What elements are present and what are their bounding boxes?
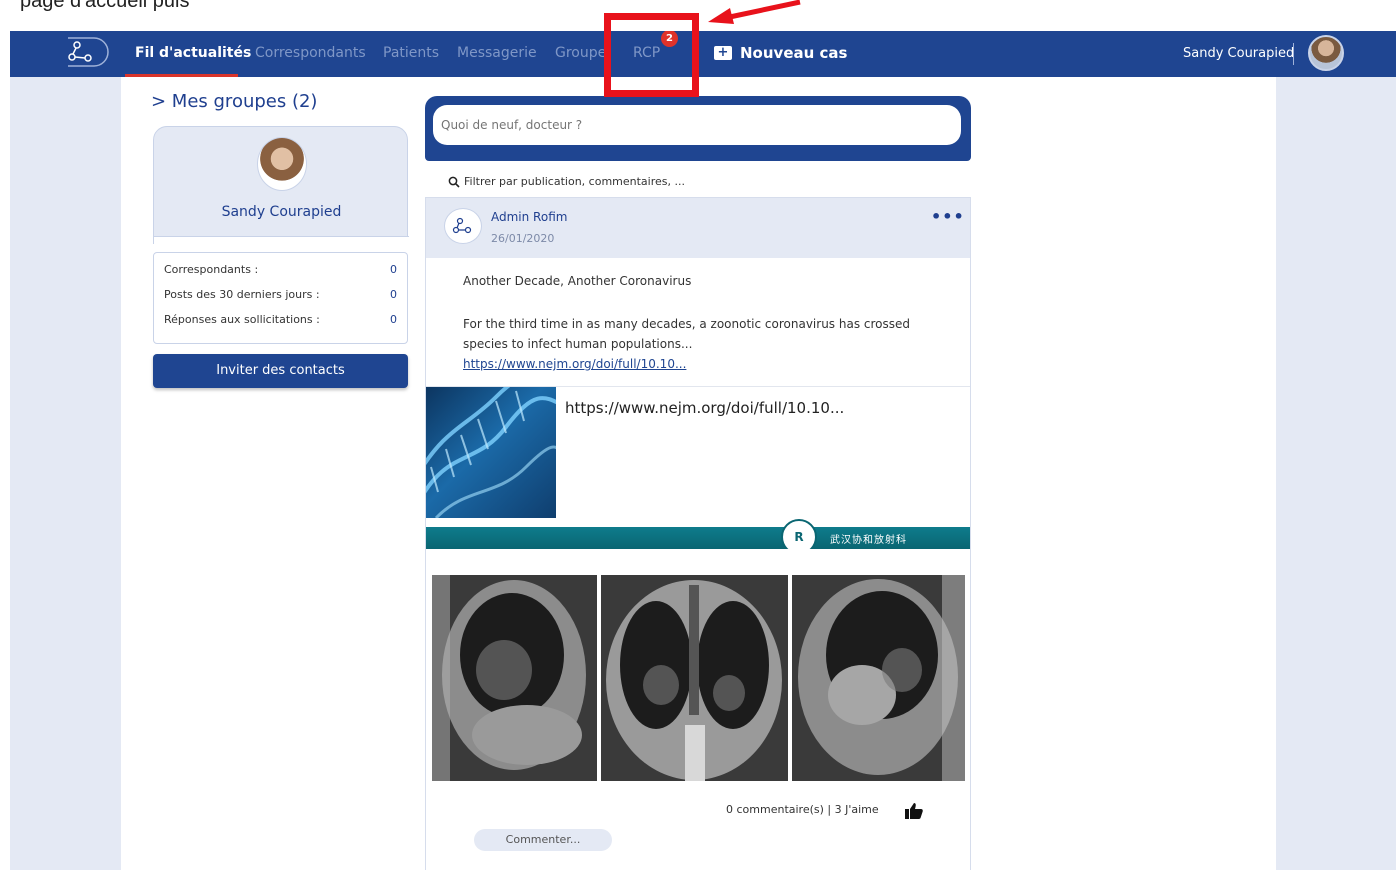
stat-label: Posts des 30 derniers jours : (164, 288, 320, 301)
nav-messagerie[interactable]: Messagerie (457, 45, 537, 61)
thumbs-up-icon[interactable] (904, 802, 924, 820)
feed-post: Admin Rofim 26/01/2020 ••• Another Decad… (425, 197, 971, 870)
stat-value: 0 (390, 288, 397, 301)
rofim-logo-icon[interactable] (60, 35, 110, 71)
preview-url[interactable]: https://www.nejm.org/doi/full/10.10... (565, 399, 844, 417)
scan-banner: R 武汉协和放射科 (426, 519, 970, 555)
post-stats: 0 commentaire(s) | 3 J'aime (726, 803, 879, 816)
post-text: For the third time in as many decades, a… (463, 317, 911, 351)
user-separator (1293, 43, 1294, 65)
dna-image (426, 387, 556, 518)
stat-label: Réponses aux sollicitations : (164, 313, 320, 326)
stat-value: 0 (390, 263, 397, 276)
rofim-logo-icon (452, 217, 472, 234)
user-name[interactable]: Sandy Courapied (1183, 46, 1294, 61)
post-body: For the third time in as many decades, a… (463, 314, 943, 374)
user-avatar[interactable] (1308, 35, 1344, 71)
caption-text: page d'accueil puis (20, 0, 190, 12)
composer-input[interactable] (433, 105, 961, 145)
invite-contacts-button[interactable]: Inviter des contacts (153, 354, 408, 388)
stat-label: Correspondants : (164, 263, 259, 276)
app-window: Fil d'actualités Correspondants Patients… (10, 31, 1396, 870)
filter-search[interactable]: Filtrer par publication, commentaires, .… (448, 175, 685, 188)
nav-correspondants[interactable]: Correspondants (255, 45, 366, 61)
annotation-highlight-box (604, 13, 699, 97)
link-preview[interactable]: https://www.nejm.org/doi/full/10.10... (426, 386, 970, 518)
post-link[interactable]: https://www.nejm.org/doi/full/10.10... (463, 357, 686, 371)
nav-groupe[interactable]: Groupe (555, 45, 606, 61)
ct-scan-sagittal-right (792, 575, 965, 781)
stats-card: Correspondants : 0 Posts des 30 derniers… (153, 252, 408, 344)
profile-card: Sandy Courapied (153, 126, 409, 245)
stat-row: Réponses aux sollicitations : 0 (164, 311, 397, 336)
nav-patients[interactable]: Patients (383, 45, 439, 61)
stat-row: Posts des 30 derniers jours : 0 (164, 286, 397, 311)
top-navigation: Fil d'actualités Correspondants Patients… (10, 31, 1396, 77)
nav-fil-actualites[interactable]: Fil d'actualités (135, 45, 251, 61)
stat-row: Correspondants : 0 (164, 261, 397, 286)
author-avatar[interactable] (444, 208, 482, 244)
post-header: Admin Rofim 26/01/2020 ••• (426, 198, 970, 258)
post-date: 26/01/2020 (491, 232, 555, 245)
main-page: > Mes groupes (2) Sandy Courapied Corres… (121, 77, 1276, 870)
add-folder-icon: + (714, 46, 732, 60)
profile-name[interactable]: Sandy Courapied (154, 204, 409, 220)
new-case-button[interactable]: + Nouveau cas (714, 44, 847, 62)
profile-avatar[interactable] (257, 137, 307, 191)
ct-scan-image[interactable] (426, 549, 970, 794)
more-options-icon[interactable]: ••• (931, 207, 965, 226)
new-case-label: Nouveau cas (740, 44, 848, 62)
post-author[interactable]: Admin Rofim (491, 210, 567, 224)
my-groups-toggle[interactable]: > Mes groupes (2) (151, 91, 317, 112)
post-title: Another Decade, Another Coronavirus (463, 274, 692, 288)
post-composer (425, 96, 971, 161)
ct-scan-coronal (601, 575, 788, 781)
ct-scan-sagittal-left (432, 575, 597, 781)
search-icon (448, 176, 460, 188)
profile-card-footer (154, 236, 409, 245)
filter-label: Filtrer par publication, commentaires, .… (464, 175, 685, 188)
annotation-arrow-icon (708, 0, 801, 24)
comment-input[interactable]: Commenter... (474, 829, 612, 851)
banner-text: 武汉协和放射科 (830, 535, 907, 546)
stat-value: 0 (390, 313, 397, 326)
